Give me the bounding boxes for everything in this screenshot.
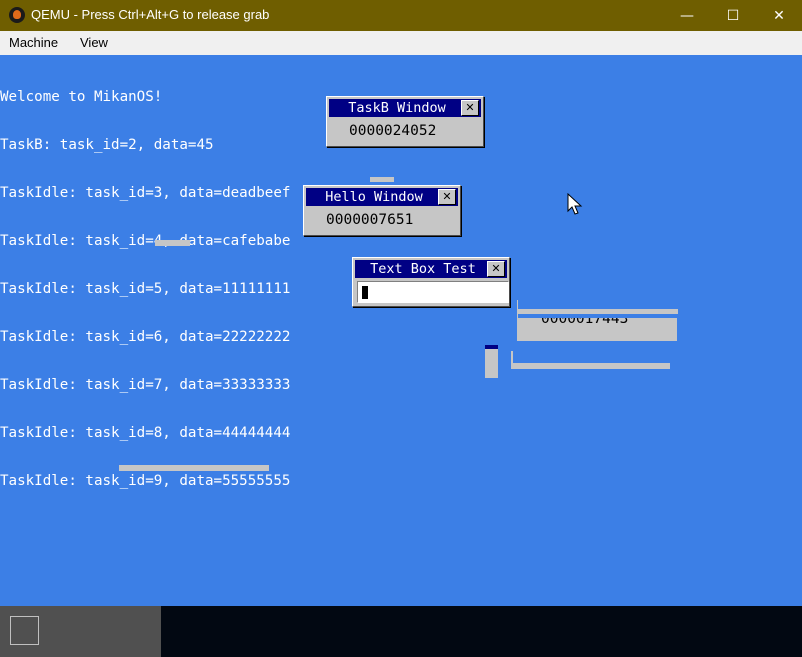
window-fragment [511,351,513,363]
console-line: TaskIdle: task_id=5, data=11111111 [0,281,291,297]
taskb-window-title: TaskB Window [348,100,446,116]
text-input[interactable] [357,281,509,303]
taskbar-start-area [0,606,161,657]
start-button[interactable] [10,616,39,645]
text-caret [362,286,368,299]
taskb-counter: 0000024052 [349,123,437,139]
window-fragment [485,345,498,378]
window-fragment [518,309,678,314]
console-line: TaskIdle: task_id=4, data=cafebabe [0,233,291,249]
textbox-window[interactable]: Text Box Test ✕ [352,257,510,307]
taskb-window-title-bar[interactable]: TaskB Window ✕ [329,99,481,117]
window-fragment: 0000017443 [517,318,677,341]
fragment-counter: 0000017443 [541,318,629,327]
minimize-button[interactable]: — [664,0,710,31]
console-line: TaskIdle: task_id=8, data=44444444 [0,425,291,441]
qemu-menu-bar: Machine View [0,31,802,55]
textbox-window-close-button[interactable]: ✕ [487,261,505,277]
qemu-app-icon [9,7,25,23]
console-line: TaskB: task_id=2, data=45 [0,137,214,153]
hello-window-title-bar[interactable]: Hello Window ✕ [306,188,458,206]
hello-window[interactable]: Hello Window ✕ 0000007651 [303,185,461,236]
textbox-window-title-bar[interactable]: Text Box Test ✕ [355,260,507,278]
window-fragment [511,363,670,369]
taskbar [0,606,802,657]
mouse-cursor-icon [567,193,583,215]
taskb-window[interactable]: TaskB Window ✕ 0000024052 [326,96,484,147]
menu-view[interactable]: View [80,35,108,50]
hello-window-close-button[interactable]: ✕ [438,189,456,205]
window-fragment [370,177,394,182]
menu-machine[interactable]: Machine [9,35,58,50]
window-fragment [155,240,190,246]
console-output: Welcome to MikanOS! TaskB: task_id=2, da… [0,57,290,521]
qemu-title-bar[interactable]: QEMU - Press Ctrl+Alt+G to release grab … [0,0,802,31]
console-line: TaskIdle: task_id=3, data=deadbeef [0,185,291,201]
console-line: TaskIdle: task_id=6, data=22222222 [0,329,291,345]
window-fragment [517,300,518,318]
console-line: TaskIdle: task_id=7, data=33333333 [0,377,291,393]
textbox-window-title: Text Box Test [370,261,476,277]
maximize-button[interactable]: ☐ [710,0,756,31]
console-line: Welcome to MikanOS! [0,89,163,105]
taskb-window-close-button[interactable]: ✕ [461,100,479,116]
hello-window-title: Hello Window [325,189,423,205]
guest-screen[interactable]: Welcome to MikanOS! TaskB: task_id=2, da… [0,55,802,606]
close-button[interactable]: ✕ [756,0,802,31]
qemu-window-title: QEMU - Press Ctrl+Alt+G to release grab [31,7,270,22]
window-fragment [119,465,269,471]
hello-counter: 0000007651 [326,212,414,228]
console-line: TaskIdle: task_id=9, data=55555555 [0,473,291,489]
